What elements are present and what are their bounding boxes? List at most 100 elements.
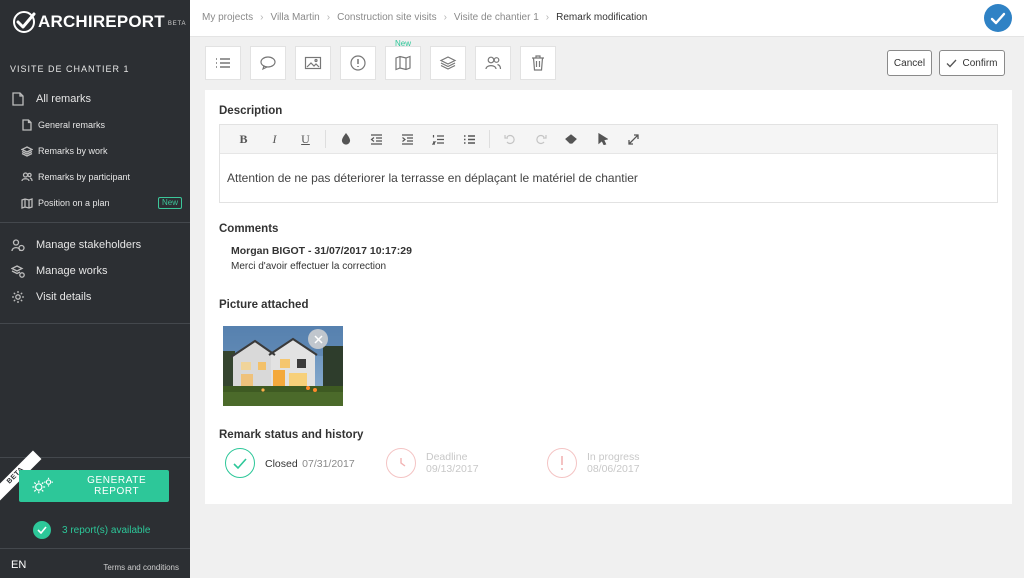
status-label: Deadline xyxy=(426,451,468,463)
remove-photo-button[interactable] xyxy=(308,329,328,349)
eraser-button[interactable] xyxy=(556,125,587,154)
italic-button[interactable]: I xyxy=(259,125,290,154)
breadcrumb-item[interactable]: My projects xyxy=(202,12,253,23)
breadcrumb: My projects › Villa Martin › Constructio… xyxy=(202,12,647,23)
check-circle-icon xyxy=(225,448,255,478)
chevron-right-icon: › xyxy=(326,12,331,23)
status-in-progress: In progress 08/06/2017 xyxy=(547,448,708,478)
logo-check-icon xyxy=(13,11,36,33)
users-icon xyxy=(485,56,502,70)
status-closed: Closed 07/31/2017 xyxy=(225,448,386,478)
underline-button[interactable]: U xyxy=(290,125,321,154)
comment-text: Merci d'avoir effectuer la correction xyxy=(231,261,387,272)
status-deadline: Deadline 09/13/2017 xyxy=(386,448,547,478)
status-label: In progress xyxy=(587,451,640,463)
redo-button[interactable] xyxy=(525,125,556,154)
ordered-list-button[interactable] xyxy=(423,125,454,154)
sidebar-item-visit-details[interactable]: Visit details xyxy=(0,284,190,310)
undo-icon xyxy=(503,134,515,144)
document-icon xyxy=(21,119,33,131)
reports-available[interactable]: 3 report(s) available xyxy=(33,521,150,539)
sidebar-divider xyxy=(0,548,190,549)
visit-title: VISITE DE CHANTIER 1 xyxy=(10,64,130,74)
gears-icon xyxy=(32,477,53,494)
map-icon xyxy=(395,55,411,71)
sidebar-item-label: Manage works xyxy=(36,265,108,277)
sidebar-divider xyxy=(0,222,190,223)
tool-comment[interactable] xyxy=(250,46,286,80)
sidebar-item-position-on-plan[interactable]: Position on a plan New xyxy=(0,190,190,216)
tool-plan[interactable]: New xyxy=(385,39,421,80)
sidebar-item-remarks-by-participant[interactable]: Remarks by participant xyxy=(0,164,190,190)
comment-author: Morgan BIGOT - 31/07/2017 10:17:29 xyxy=(231,245,412,257)
tool-delete[interactable] xyxy=(520,46,556,80)
sidebar-item-all-remarks[interactable]: All remarks xyxy=(0,86,190,112)
generate-report-button[interactable]: GENERATE REPORT xyxy=(19,470,169,502)
sidebar-item-label: General remarks xyxy=(38,120,106,130)
bullet-list-button[interactable] xyxy=(454,125,485,154)
indent-button[interactable] xyxy=(392,125,423,154)
reports-available-label: 3 report(s) available xyxy=(62,524,151,536)
image-icon xyxy=(304,56,322,70)
sidebar-item-manage-works[interactable]: Manage works xyxy=(0,258,190,284)
expand-icon xyxy=(628,133,639,145)
breadcrumb-item[interactable]: Visite de chantier 1 xyxy=(454,12,539,23)
confirm-button[interactable]: Confirm xyxy=(939,50,1005,76)
breadcrumb-item[interactable]: Villa Martin xyxy=(270,12,319,23)
sidebar-item-manage-stakeholders[interactable]: Manage stakeholders xyxy=(0,232,190,258)
check-icon xyxy=(947,59,957,67)
new-badge: New xyxy=(157,197,182,209)
tool-participants[interactable] xyxy=(475,46,511,80)
outdent-button[interactable] xyxy=(361,125,392,154)
logo-beta-badge: BETA xyxy=(167,21,187,27)
clock-icon xyxy=(386,448,416,478)
list-icon xyxy=(216,58,230,68)
description-editor: B I U Attention de ne pas déteriorer la … xyxy=(219,124,998,203)
undo-button[interactable] xyxy=(494,125,525,154)
new-badge: New xyxy=(394,39,412,48)
description-text[interactable]: Attention de ne pas déteriorer la terras… xyxy=(220,154,997,202)
sidebar-item-label: Remarks by work xyxy=(38,146,108,156)
breadcrumb-item[interactable]: Construction site visits xyxy=(337,12,436,23)
stakeholders-icon xyxy=(11,238,25,252)
sidebar-item-remarks-by-work[interactable]: Remarks by work xyxy=(0,138,190,164)
language-selector[interactable]: EN xyxy=(11,559,26,571)
tool-image[interactable] xyxy=(295,46,331,80)
outdent-icon xyxy=(370,133,382,145)
sidebar-divider xyxy=(0,323,190,324)
top-bar: My projects › Villa Martin › Constructio… xyxy=(190,0,1024,37)
tool-layers[interactable] xyxy=(430,46,466,80)
ordered-list-icon xyxy=(432,134,444,145)
gear-icon xyxy=(11,290,25,304)
terms-link[interactable]: Terms and conditions xyxy=(103,563,179,572)
sidebar-item-general-remarks[interactable]: General remarks xyxy=(0,112,190,138)
remark-toolbar: New xyxy=(205,39,565,80)
sidebar-manage-nav: Manage stakeholders Manage works Visit d… xyxy=(0,232,190,310)
redo-icon xyxy=(535,134,547,144)
toolbar-divider xyxy=(489,130,490,148)
chevron-right-icon: › xyxy=(545,12,550,23)
status-label: Closed xyxy=(265,458,298,470)
eraser-icon xyxy=(565,134,577,144)
bold-button[interactable]: B xyxy=(228,125,259,154)
status-history-title: Remark status and history xyxy=(219,429,364,441)
status-date: 09/13/2017 xyxy=(426,463,479,475)
editor-toolbar: B I U xyxy=(220,125,997,154)
tool-list[interactable] xyxy=(205,46,241,80)
fullscreen-button[interactable] xyxy=(618,125,649,154)
cancel-button[interactable]: Cancel xyxy=(887,50,932,76)
tool-alert[interactable] xyxy=(340,46,376,80)
logo[interactable]: ARCHIREPORT BETA xyxy=(12,9,186,35)
app-check-icon[interactable] xyxy=(984,4,1012,32)
chevron-right-icon: › xyxy=(443,12,447,23)
map-icon xyxy=(21,197,33,209)
logo-text: ARCHIREPORT xyxy=(38,12,165,31)
status-date: 08/06/2017 xyxy=(587,463,640,475)
close-icon xyxy=(313,334,323,344)
sidebar-item-label: All remarks xyxy=(36,93,92,105)
cursor-button[interactable] xyxy=(587,125,618,154)
sidebar-item-label: Visit details xyxy=(36,291,92,303)
color-button[interactable] xyxy=(330,125,361,154)
toolbar-divider xyxy=(325,130,326,148)
sidebar-item-label: Manage stakeholders xyxy=(36,239,142,251)
